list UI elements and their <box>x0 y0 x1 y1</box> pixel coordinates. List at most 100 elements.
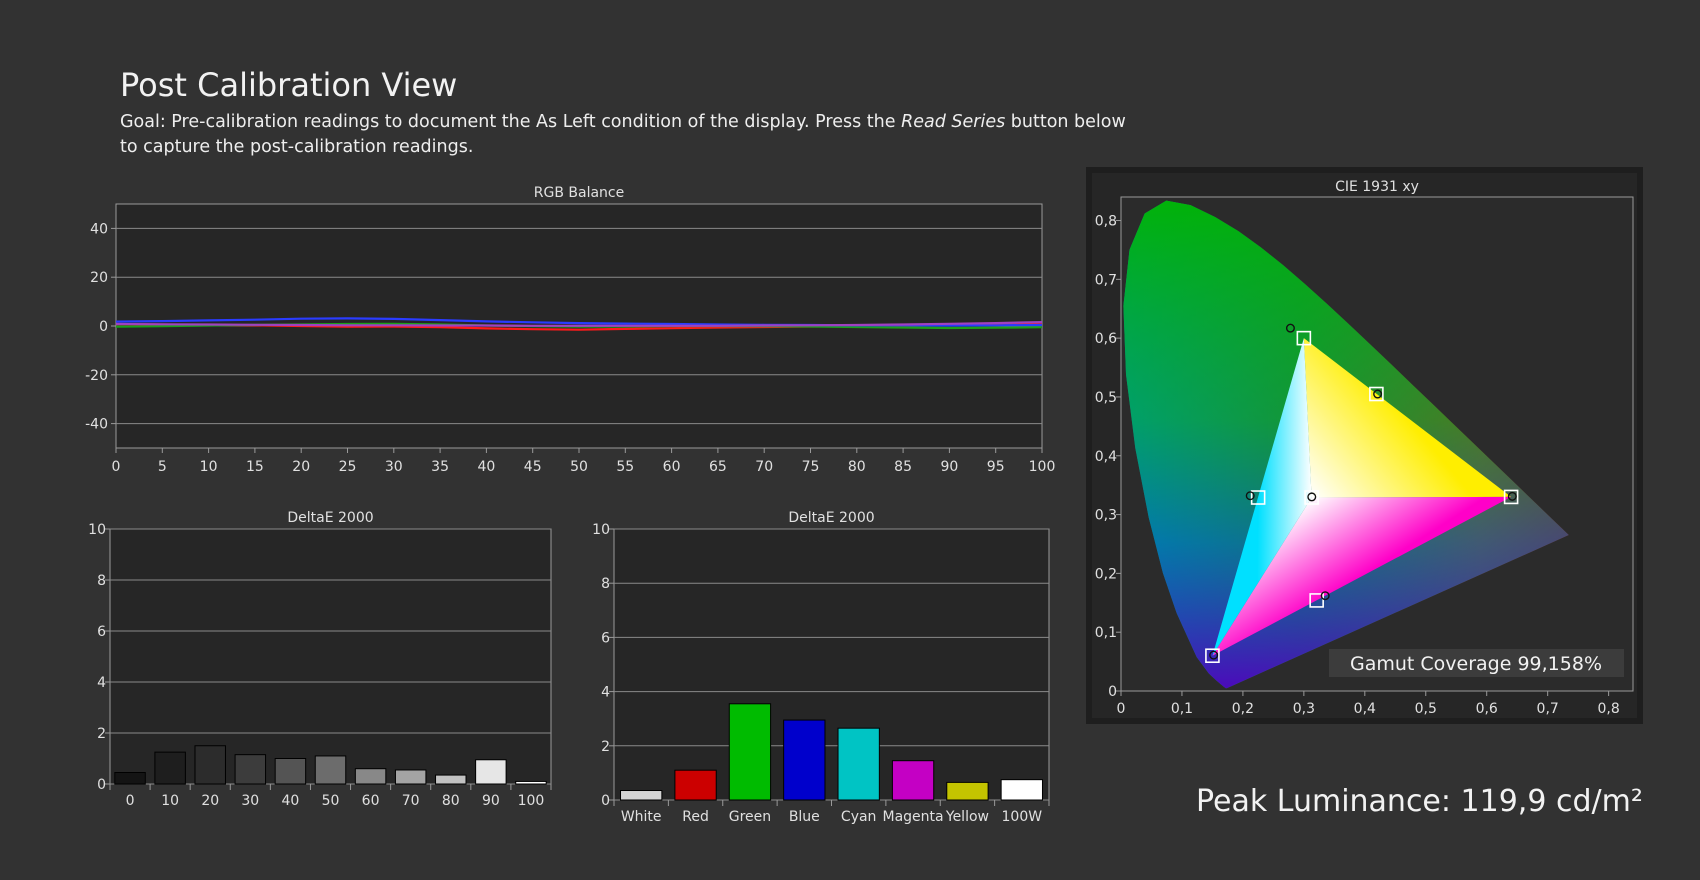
deltae-colors-x-tick-label: 100W <box>1002 809 1043 825</box>
deltae-grayscale-bar-6 <box>354 768 387 785</box>
rgb-balance-x-tick-label: 40 <box>477 459 495 475</box>
deltae-grayscale-bar-9 <box>475 759 507 785</box>
rgb-balance-x-tick-label: 70 <box>755 459 773 475</box>
deltae-grayscale-bar-3 <box>234 754 267 785</box>
cie-y-tick-label: 0,1 <box>1095 625 1117 641</box>
deltae-grayscale-plot-area <box>109 528 552 785</box>
rgb-balance-x-tick-label: 15 <box>246 459 264 475</box>
deltae-grayscale-title: DeltaE 2000 <box>287 510 373 526</box>
deltae-colors-y-tick-label: 10 <box>592 522 610 538</box>
rgb-balance-x-tick-label: 100 <box>1029 459 1056 475</box>
deltae-colors-bar-5 <box>891 760 935 801</box>
deltae-colors-y-tick-label: 0 <box>601 793 610 809</box>
cie-y-tick-label: 0,8 <box>1095 214 1117 230</box>
rgb-balance-x-tick-label: 75 <box>802 459 820 475</box>
cie-title: CIE 1931 xy <box>1335 179 1419 195</box>
deltae-grayscale-x-tick-label: 20 <box>201 793 219 809</box>
deltae-colors-chart: DeltaE 2000 0 2 4 6 8 10 White Red Green Blue Cyan M… <box>592 510 1050 825</box>
deltae-grayscale-x-tick-label: 50 <box>322 793 340 809</box>
rgb-balance-title: RGB Balance <box>534 185 624 201</box>
cie-y-tick-label: 0 <box>1108 684 1117 700</box>
rgb-balance-y-tick-label: -40 <box>85 417 108 433</box>
deltae-colors-bar-3 <box>783 719 826 801</box>
deltae-grayscale-bar-10 <box>515 780 547 785</box>
cie-x-tick-label: 0,7 <box>1537 701 1559 717</box>
deltae-colors-bar-1 <box>674 769 717 801</box>
deltae-colors-x-tick-label: Yellow <box>945 809 989 825</box>
deltae-colors-x-tick-label: Blue <box>789 809 820 825</box>
deltae-colors-x-tick-label: Green <box>729 809 771 825</box>
deltae-grayscale-bar-8 <box>435 774 467 785</box>
rgb-balance-x-tick-label: 25 <box>339 459 357 475</box>
deltae-grayscale-x-tick-label: 30 <box>241 793 259 809</box>
deltae-colors-bar-2 <box>728 703 772 801</box>
deltae-grayscale-y-tick-label: 6 <box>97 624 106 640</box>
cie-y-tick-label: 0,4 <box>1095 449 1117 465</box>
deltae-grayscale-bar-7 <box>394 769 427 785</box>
rgb-balance-y-tick-label: 0 <box>99 319 108 335</box>
rgb-balance-x-tick-label: 30 <box>385 459 403 475</box>
deltae-grayscale-x-tick-label: 40 <box>281 793 299 809</box>
rgb-balance-x-tick-label: 95 <box>987 459 1005 475</box>
rgb-balance-x-tick-label: 85 <box>894 459 912 475</box>
cie-y-tick-label: 0,2 <box>1095 566 1117 582</box>
deltae-grayscale-x-tick-label: 80 <box>442 793 460 809</box>
cie-x-tick-label: 0,3 <box>1293 701 1315 717</box>
deltae-grayscale-x-tick-label: 60 <box>362 793 380 809</box>
peak-luminance: Peak Luminance: 119,9 cd/m² <box>1196 784 1643 819</box>
deltae-grayscale-y-tick-label: 2 <box>97 726 106 742</box>
cie-y-tick-label: 0,5 <box>1095 390 1117 406</box>
rgb-balance-plot: RGB Balance 40 20 0 -20 -40 0 5 10 15 20 25 30 35 40 45… <box>85 185 1055 475</box>
deltae-grayscale-y-tick-label: 10 <box>88 522 106 538</box>
deltae-colors-bar-6 <box>946 781 989 801</box>
deltae-grayscale-bar-5 <box>314 755 347 785</box>
deltae-grayscale-x-tick-label: 0 <box>126 793 135 809</box>
deltae-grayscale-bar-2 <box>194 745 226 785</box>
cie-x-tick-label: 0 <box>1117 701 1126 717</box>
rgb-balance-x-tick-label: 55 <box>616 459 634 475</box>
cie-x-tick-label: 0,1 <box>1171 701 1193 717</box>
deltae-colors-plot-area <box>613 528 1050 801</box>
deltae-colors-y-tick-label: 6 <box>601 630 610 646</box>
rgb-balance-x-tick-label: 80 <box>848 459 866 475</box>
cie-x-tick-label: 0,8 <box>1597 701 1619 717</box>
cie-y-tick-label: 0,6 <box>1095 331 1117 347</box>
deltae-colors-bar-7 <box>1000 779 1043 801</box>
deltae-grayscale-x-tick-label: 90 <box>482 793 500 809</box>
deltae-colors-bar-4 <box>837 727 880 801</box>
deltae-colors-y-tick-label: 2 <box>601 739 610 755</box>
deltae-grayscale-chart: DeltaE 200002468100 10 20 30 40 50 60 70 80 90 100 <box>88 510 552 809</box>
deltae-grayscale-y-tick-label: 8 <box>97 573 106 589</box>
rgb-balance-y-tick-label: -20 <box>85 368 108 384</box>
rgb-balance-x-tick-label: 45 <box>524 459 542 475</box>
cie-x-tick-label: 0,2 <box>1232 701 1254 717</box>
rgb-balance-x-tick-label: 5 <box>158 459 167 475</box>
rgb-balance-x-tick-label: 65 <box>709 459 727 475</box>
rgb-balance-x-tick-label: 10 <box>200 459 218 475</box>
deltae-grayscale-y-tick-label: 4 <box>97 675 106 691</box>
rgb-balance-x-tick-label: 50 <box>570 459 588 475</box>
deltae-grayscale-x-tick-label: 100 <box>518 793 545 809</box>
deltae-grayscale-y-tick-label: 0 <box>97 777 106 793</box>
cie-x-tick-label: 0,6 <box>1476 701 1498 717</box>
rgb-balance-y-tick-label: 40 <box>90 221 108 237</box>
cie-x-tick-label: 0,5 <box>1415 701 1437 717</box>
gamut-coverage-label: Gamut Coverage 99,158% <box>1350 653 1602 675</box>
deltae-grayscale-bar-0 <box>114 772 146 785</box>
rgb-balance-x-tick-label: 0 <box>112 459 121 475</box>
deltae-grayscale-bar-4 <box>274 758 307 785</box>
deltae-colors-x-tick-label: Magenta <box>883 809 944 825</box>
deltae-colors-x-tick-label: Cyan <box>841 809 877 825</box>
rgb-balance-x-tick-label: 35 <box>431 459 449 475</box>
deltae-colors-y-tick-label: 8 <box>601 576 610 592</box>
rgb-balance-x-tick-label: 60 <box>663 459 681 475</box>
cie-y-tick-label: 0,3 <box>1095 508 1117 524</box>
deltae-colors-x-tick-label: Red <box>682 809 709 825</box>
deltae-colors-title: DeltaE 2000 <box>788 510 874 526</box>
cie-x-tick-label: 0,4 <box>1354 701 1376 717</box>
rgb-balance-x-tick-label: 20 <box>292 459 310 475</box>
cie-chart: CIE 1931 xy 0 0,1 0,2 0,3 0,4 0,5 0,6 0,7 0,8 0 0,1… <box>1086 167 1643 724</box>
rgb-balance-chart: RGB Balance40200-20-400 5 10 15 20 25 30 35 40 45… <box>85 167 1643 825</box>
deltae-grayscale-x-tick-label: 10 <box>161 793 179 809</box>
rgb-balance-y-tick-label: 20 <box>90 270 108 286</box>
